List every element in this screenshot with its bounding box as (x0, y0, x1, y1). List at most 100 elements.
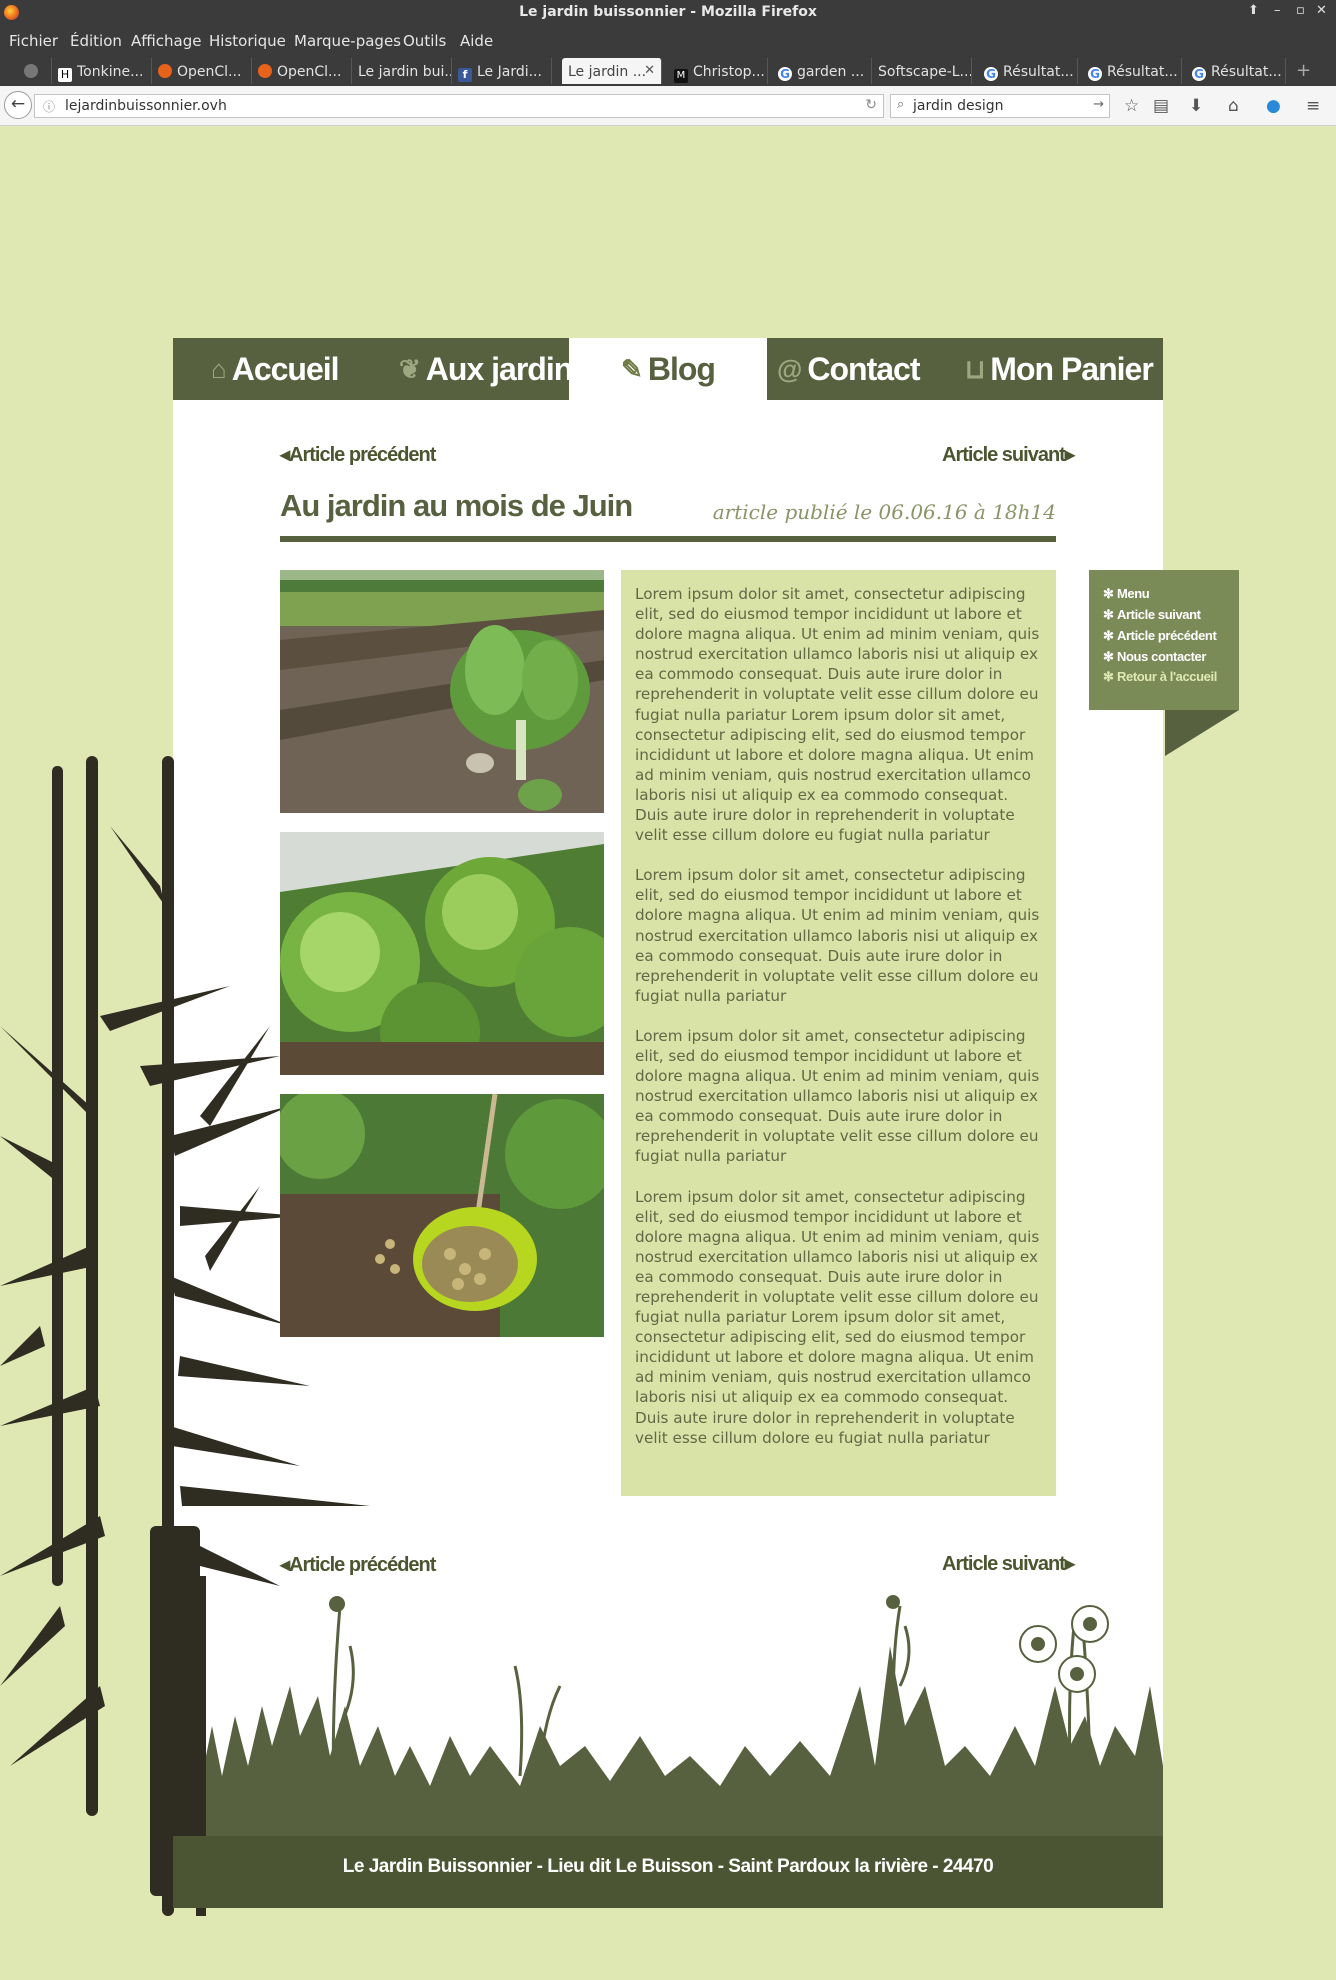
tab-label: Softscape-L... (878, 64, 972, 80)
tab-label: Le jardin ... (568, 64, 647, 80)
menu-historique[interactable]: Historique (209, 32, 286, 50)
drop-icon[interactable]: ● (1266, 96, 1281, 116)
hamburger-menu-icon[interactable]: ≡ (1306, 96, 1320, 116)
reading-list-icon[interactable]: ▤ (1153, 96, 1169, 116)
minimize-icon[interactable]: – (1274, 3, 1281, 18)
side-menu-label: Retour à l'accueil (1117, 669, 1217, 684)
home-icon[interactable]: ⌂ (1228, 96, 1239, 116)
article-body: Lorem ipsum dolor sit amet, consectetur … (621, 570, 1056, 1496)
triangle-right-icon: ▸ (1064, 1553, 1075, 1575)
menu-edition[interactable]: Édition (70, 32, 122, 50)
menu-aide[interactable]: Aide (460, 32, 493, 50)
article-date: article publié le 06.06.16 à 18h14 (712, 500, 1056, 524)
prev-article-link-bottom[interactable]: ◂Article précédent (280, 1552, 436, 1577)
window-title: Le jardin buissonnier - Mozilla Firefox (519, 4, 817, 20)
side-menu-label: Article suivant (1117, 607, 1201, 622)
tab-8[interactable]: Ggarden ... (772, 58, 872, 84)
photo-chard[interactable] (280, 570, 604, 813)
menu-marque-pages[interactable]: Marque-pages (294, 32, 401, 50)
nav-aux-jardins[interactable]: ❦ Aux jardins (399, 338, 590, 400)
sprout-icon: ❦ (399, 354, 421, 384)
nav-accueil-label: Accueil (231, 351, 340, 387)
back-arrow-icon[interactable]: ← (4, 91, 32, 119)
h-icon: H (58, 68, 72, 82)
tab-label: Résultat... (1211, 64, 1282, 80)
tab-7[interactable]: M Christop... (668, 58, 768, 84)
url-bar[interactable]: ⓘ lejardinbuissonnier.ovh ↻ (34, 94, 884, 118)
nav-blog[interactable]: ✎ Blog (569, 338, 767, 400)
tab-1[interactable]: H Tonkine... (52, 58, 152, 84)
side-menu-contact[interactable]: ✻ Nous contacter (1103, 649, 1206, 665)
google-icon: G (1088, 67, 1102, 81)
main-navigation: ⌂ Accueil ❦ Aux jardins ✎ Blog @ Contact ⊔ Mo… (173, 338, 1163, 400)
tab-2[interactable]: OpenCl... (152, 58, 252, 84)
at-icon: @ (777, 354, 802, 384)
url-text: lejardinbuissonnier.ovh (65, 98, 227, 114)
paragraph: Lorem ipsum dolor sit amet, consectetur … (635, 1026, 1040, 1166)
nav-contact[interactable]: @ Contact (777, 338, 920, 400)
tab-4[interactable]: Le jardin bui... (352, 58, 452, 84)
paragraph: Lorem ipsum dolor sit amet, consectetur … (635, 866, 1040, 1005)
tab-strip: H Tonkine... OpenCl... OpenCl... Le jardi… (0, 54, 1336, 86)
tab-11[interactable]: G Résultat... (1082, 58, 1182, 84)
bookmark-star-icon[interactable]: ☆ (1124, 96, 1139, 116)
triangle-right-icon: ▸ (1064, 444, 1075, 466)
photo-lettuce[interactable] (280, 832, 604, 1075)
window-titlebar: Le jardin buissonnier - Mozilla Firefox … (0, 0, 1336, 26)
side-menu-fold (1165, 710, 1239, 756)
tab-label: Le Jardi... (477, 64, 542, 80)
maximize-icon[interactable]: ▫ (1296, 3, 1305, 18)
nav-mon-panier-label: Mon Panier (990, 351, 1153, 387)
nav-accueil[interactable]: ⌂ Accueil (211, 338, 340, 400)
triangle-left-icon: ◂ (280, 1554, 290, 1576)
tab-5[interactable]: f Le Jardi... (452, 58, 552, 84)
search-value: jardin design (913, 98, 1004, 114)
nav-mon-panier[interactable]: ⊔ Mon Panier (965, 338, 1154, 400)
menu-affichage[interactable]: Affichage (131, 32, 201, 50)
menu-fichier[interactable]: Fichier (9, 32, 58, 50)
tab-label: Résultat... (1003, 64, 1074, 80)
quill-icon: ✎ (621, 354, 643, 384)
search-input[interactable]: ⌕ jardin design → (890, 94, 1110, 118)
side-menu-home[interactable]: ✻ Retour à l'accueil (1103, 669, 1217, 685)
next-article-link-bottom[interactable]: Article suivant▸ (942, 1551, 1075, 1576)
tab-label: OpenCl... (177, 64, 242, 80)
side-menu-label: Article précédent (1117, 628, 1217, 643)
navigation-toolbar: ← ⓘ lejardinbuissonnier.ovh ↻ ⌕ jardin d… (0, 86, 1336, 126)
tab-3[interactable]: OpenCl... (252, 58, 352, 84)
paragraph: Lorem ipsum dolor sit amet, consectetur … (635, 585, 1040, 845)
facebook-icon: f (458, 68, 472, 82)
tab-label: garden ... (797, 64, 865, 80)
tab-12[interactable]: G Résultat... (1186, 58, 1286, 84)
google-icon: G (984, 67, 998, 81)
tab-active[interactable]: Le jardin ... ✕ (562, 58, 662, 84)
photo-icon (280, 1094, 604, 1337)
triangle-left-icon: ◂ (280, 444, 290, 466)
next-article-label: Article suivant (942, 444, 1066, 466)
side-menu-next[interactable]: ✻ Article suivant (1103, 607, 1201, 623)
search-go-icon[interactable]: → (1093, 97, 1104, 112)
prev-article-label: Article précédent (289, 1554, 436, 1576)
tab-10[interactable]: G Résultat... (978, 58, 1078, 84)
reload-icon[interactable]: ↻ (865, 97, 877, 113)
photo-potatoes[interactable] (280, 1094, 604, 1337)
close-window-icon[interactable]: ✕ (1316, 3, 1327, 18)
side-menu-menu[interactable]: ✻ Menu (1103, 586, 1150, 602)
prev-article-link-top[interactable]: ◂Article précédent (280, 442, 436, 467)
side-menu-prev[interactable]: ✻ Article précédent (1103, 628, 1217, 644)
close-tab-icon[interactable]: ✕ (644, 63, 655, 78)
barn-icon: ⌂ (211, 354, 227, 384)
side-menu: ✻ Menu ✻ Article suivant ✻ Article précéden… (1089, 570, 1239, 710)
menu-outils[interactable]: Outils (403, 32, 446, 50)
download-icon[interactable]: ⬇ (1189, 96, 1203, 116)
window-up-icon[interactable]: ⬆ (1248, 3, 1259, 18)
pinned-tab[interactable] (18, 58, 52, 84)
new-tab-icon[interactable]: + (1296, 60, 1311, 81)
flower-icon: ✻ (1103, 669, 1114, 684)
tab-9[interactable]: Softscape-L... (872, 58, 972, 84)
tab-label: Tonkine... (77, 64, 144, 80)
pinned-tab-icon (24, 64, 38, 78)
next-article-link-top[interactable]: Article suivant▸ (942, 442, 1075, 467)
info-icon[interactable]: ⓘ (43, 98, 55, 115)
openclassrooms-icon (158, 64, 172, 78)
